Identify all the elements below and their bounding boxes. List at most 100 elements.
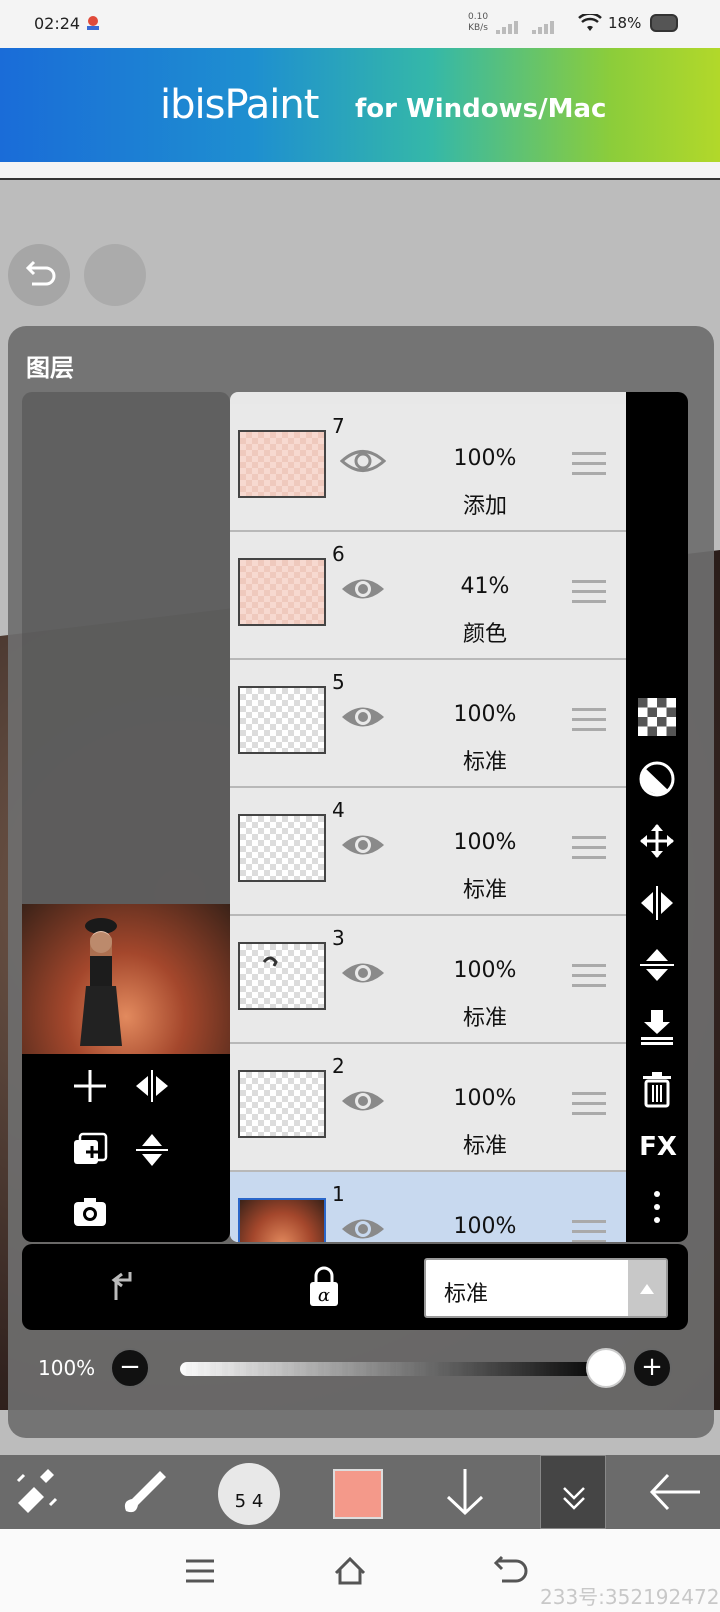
layer-number: 3: [332, 926, 345, 950]
blend-mode-select[interactable]: 标准: [424, 1258, 668, 1318]
opacity-slider-track[interactable]: [180, 1362, 610, 1376]
opacity-minus-button[interactable]: −: [110, 1348, 150, 1388]
trash-icon[interactable]: [638, 1070, 676, 1108]
layer-row-2[interactable]: 2 100% 标准: [230, 1044, 626, 1172]
menu-icon[interactable]: [180, 1551, 220, 1591]
undo-button[interactable]: [8, 244, 70, 306]
drag-handle-icon[interactable]: [572, 708, 606, 734]
arrow-down-icon[interactable]: [420, 1455, 510, 1529]
signal-icon-2: [532, 21, 554, 34]
battery-icon: [650, 14, 678, 32]
undo-icon: [25, 260, 56, 286]
layer-preview-column: [22, 392, 230, 1242]
redo-button[interactable]: [84, 244, 146, 306]
blend-mode-value: 标准: [444, 1282, 489, 1307]
drag-handle-icon[interactable]: [572, 580, 606, 606]
visibility-eye-icon[interactable]: [340, 956, 386, 990]
layer-opacity: 100%: [453, 1214, 517, 1239]
layer-number: 4: [332, 798, 345, 822]
flip-horizontal-icon[interactable]: [638, 884, 676, 922]
visibility-eye-icon[interactable]: [340, 444, 386, 478]
flip-layer-vertical-icon[interactable]: [132, 1130, 172, 1170]
ad-banner[interactable]: ibisPaint for Windows/Mac: [0, 48, 720, 162]
clipping-icon[interactable]: [102, 1266, 142, 1310]
more-icon[interactable]: [638, 1188, 676, 1226]
layer-thumbnail: [238, 1070, 326, 1138]
brush-tool-icon[interactable]: [100, 1455, 190, 1529]
layer-thumbnail: [238, 1198, 326, 1242]
status-bar: 02:24 0.10 KB/s 18%: [0, 0, 720, 48]
layer-opacity: 100%: [453, 830, 517, 855]
move-icon[interactable]: [638, 822, 676, 860]
layer-number: 6: [332, 542, 345, 566]
layer-thumbnail: [238, 814, 326, 882]
drag-handle-icon[interactable]: [572, 964, 606, 990]
banner-tagline: for Windows/Mac: [355, 94, 607, 124]
opacity-slider-row: 100% − +: [22, 1342, 688, 1400]
layer-thumbnail: [238, 430, 326, 498]
brush-size-button[interactable]: 5 4: [218, 1463, 280, 1525]
checker-icon[interactable]: [638, 698, 676, 736]
drag-handle-icon[interactable]: [572, 1220, 606, 1242]
back-arrow-icon[interactable]: [630, 1455, 720, 1529]
system-navbar: 233号:352192472: [0, 1529, 720, 1612]
layer-row-5[interactable]: 5 100% 标准: [230, 660, 626, 788]
layer-number: 5: [332, 670, 345, 694]
signal-icon: [496, 21, 518, 34]
sketch-mark: [262, 956, 278, 967]
app-notification-icon: [87, 16, 99, 30]
system-back-icon[interactable]: [488, 1551, 528, 1591]
dropdown-arrow-icon: [628, 1260, 666, 1316]
layer-row-7[interactable]: 7 100% 添加: [230, 404, 626, 532]
layer-blend-mode: 颜色: [462, 622, 507, 647]
layer-opacity: 100%: [453, 1086, 517, 1111]
copy-layer-icon[interactable]: [70, 1130, 110, 1170]
layer-thumbnail: [238, 942, 326, 1010]
layer-number: 2: [332, 1054, 345, 1078]
visibility-eye-icon[interactable]: [340, 572, 386, 606]
svg-text:α: α: [318, 1285, 330, 1306]
camera-icon[interactable]: [70, 1192, 110, 1232]
layer-blend-mode: 添加: [462, 494, 507, 519]
layer-thumbnail: [238, 558, 326, 626]
banner-divider: [0, 162, 720, 180]
contrast-icon[interactable]: [638, 760, 676, 798]
layer-opacity: 41%: [460, 574, 510, 599]
drag-handle-icon[interactable]: [572, 452, 606, 478]
double-chevron-down-icon: [563, 1487, 585, 1510]
collapse-button[interactable]: [540, 1455, 606, 1529]
visibility-eye-icon[interactable]: [340, 1084, 386, 1118]
drag-handle-icon[interactable]: [572, 836, 606, 862]
flip-vertical-icon[interactable]: [638, 946, 676, 984]
canvas-preview-thumbnail[interactable]: [22, 904, 230, 1054]
fx-button[interactable]: FX: [636, 1132, 680, 1162]
transform-eraser-icon[interactable]: [0, 1455, 90, 1529]
layer-blend-mode: 标准: [462, 878, 507, 903]
visibility-eye-icon[interactable]: [340, 1212, 386, 1242]
visibility-eye-icon[interactable]: [340, 700, 386, 734]
layer-row-3[interactable]: 3 100% 标准: [230, 916, 626, 1044]
visibility-eye-icon[interactable]: [340, 828, 386, 862]
alpha-lock-icon[interactable]: α: [304, 1264, 344, 1310]
drag-handle-icon[interactable]: [572, 1092, 606, 1118]
layer-list: 7 100% 添加 6 41% 颜色 5 100% 标准 4 100% 标准 3…: [230, 392, 626, 1242]
wifi-icon: [578, 14, 602, 31]
home-icon[interactable]: [330, 1551, 370, 1591]
layer-row-4[interactable]: 4 100% 标准: [230, 788, 626, 916]
layer-blend-mode: 标准: [462, 750, 507, 775]
color-picker-button[interactable]: [333, 1469, 383, 1519]
opacity-plus-button[interactable]: +: [632, 1348, 672, 1388]
layer-blend-mode: 标准: [462, 1006, 507, 1031]
layer-tools-bar: FX: [626, 392, 688, 1242]
status-time: 02:24: [34, 14, 81, 33]
merge-down-icon[interactable]: [638, 1008, 676, 1046]
layer-row-1[interactable]: 1 100%: [230, 1172, 626, 1242]
watermark: 233号:352192472: [540, 1585, 720, 1609]
layer-number: 1: [332, 1182, 345, 1206]
layer-panel: 图层 7 100% 添加 6 41% 颜色 5 100% 标准 4 100% 标…: [8, 326, 714, 1438]
layer-row-6[interactable]: 6 41% 颜色: [230, 532, 626, 660]
flip-layer-horizontal-icon[interactable]: [132, 1066, 172, 1106]
opacity-slider-knob[interactable]: [586, 1348, 626, 1388]
add-layer-icon[interactable]: [70, 1066, 110, 1106]
layer-opacity: 100%: [453, 446, 517, 471]
